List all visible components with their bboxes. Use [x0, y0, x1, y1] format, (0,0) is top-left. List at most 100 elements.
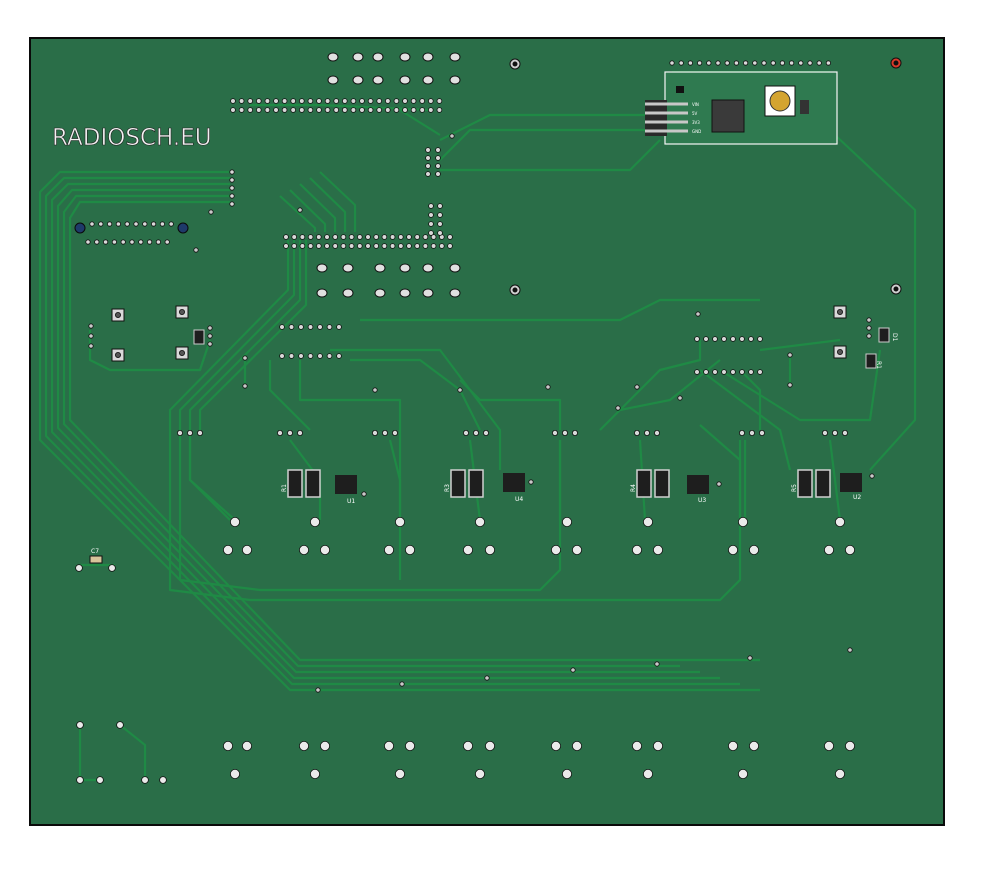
pin-pad: [712, 336, 718, 342]
pin-pad: [788, 60, 795, 66]
pin-pad: [159, 776, 167, 784]
pin-pad: [193, 247, 199, 253]
pin-pad: [350, 107, 357, 113]
pin-pad: [748, 369, 754, 375]
pin-pad: [419, 107, 426, 113]
pin-pad: [229, 193, 235, 199]
pin-pad: [742, 60, 749, 66]
pin-pad: [176, 429, 183, 436]
label-r5: R5: [791, 484, 798, 492]
pin-pad: [371, 429, 378, 436]
pin-pad: [721, 369, 727, 375]
pin-pad: [309, 517, 320, 528]
pin-pad: [654, 661, 660, 667]
pin-pad: [653, 545, 664, 556]
pin-pad: [474, 769, 485, 780]
pin-pad: [208, 209, 214, 215]
pin-pad: [462, 741, 473, 752]
pin-pad: [376, 98, 383, 104]
pin-pad: [98, 221, 104, 227]
pin-pad: [241, 545, 252, 556]
pin-pad: [402, 98, 408, 104]
pin-pad: [381, 429, 388, 436]
pin-pad: [333, 98, 340, 104]
pin-pad: [279, 353, 285, 359]
pin-pad: [356, 234, 363, 240]
pin-pad: [397, 234, 404, 240]
pin-pad: [222, 741, 233, 752]
pin-pad: [749, 545, 760, 556]
pin-pad: [728, 741, 739, 752]
pin-pad: [326, 324, 333, 330]
pin-pad: [336, 353, 342, 359]
pin-pad: [644, 429, 651, 436]
pin-pad: [643, 769, 654, 780]
pin-pad: [281, 98, 288, 104]
pin-pad: [824, 741, 835, 752]
pin-pad: [404, 545, 415, 556]
pin-pad: [324, 234, 330, 240]
pin-pad: [291, 234, 298, 240]
pin-pad: [238, 98, 245, 104]
pin-pad: [551, 741, 562, 752]
pin-pad: [229, 185, 235, 191]
pin-pad: [247, 98, 254, 104]
pin-pad: [824, 545, 835, 556]
pin-pad: [297, 207, 303, 213]
pin-pad: [437, 230, 443, 236]
pin-pad: [367, 107, 374, 113]
pin-pad: [141, 776, 149, 784]
pin-pad: [94, 239, 100, 245]
pin-pad: [835, 769, 846, 780]
microcontroller-module: VIN 5V 3V3 GND: [645, 71, 838, 145]
pin-pad: [721, 336, 727, 342]
pin-pad: [365, 243, 371, 249]
pin-pad: [142, 221, 148, 227]
pin-pad: [75, 564, 83, 572]
pin-pad: [615, 405, 621, 411]
pin-pad: [428, 221, 434, 227]
pin-pad: [316, 107, 322, 113]
pin-pad: [394, 517, 405, 528]
pin-pad: [484, 675, 490, 681]
pin-pad: [749, 741, 760, 752]
pin-pad: [430, 243, 437, 249]
pin-pad: [315, 687, 321, 693]
pin-pad: [545, 384, 551, 390]
pin-pad: [414, 234, 421, 240]
label-u2: U2: [853, 494, 861, 501]
pin-pad: [307, 324, 314, 330]
pin-pad: [315, 234, 322, 240]
pin-pad: [425, 155, 431, 161]
pin-pad: [384, 107, 391, 113]
pin-pad: [393, 107, 400, 113]
pin-pad: [159, 221, 165, 227]
pin-pad: [229, 201, 235, 207]
pin-pad: [807, 60, 813, 66]
pin-pad: [447, 234, 453, 240]
pin-pad: [307, 107, 314, 113]
pin-pad: [393, 98, 400, 104]
pin-pad: [739, 429, 746, 436]
pin-pad: [866, 317, 872, 323]
pin-pad: [419, 98, 426, 104]
pin-pad: [391, 429, 398, 436]
pin-pad: [866, 325, 872, 331]
pin-pad: [770, 60, 776, 66]
pin-pad: [837, 348, 844, 355]
pin-pad: [283, 234, 289, 240]
pin-pad: [447, 243, 453, 249]
pin-pad: [286, 429, 293, 436]
pin-pad: [147, 239, 153, 245]
pin-pad: [341, 98, 348, 104]
pin-pad: [348, 243, 355, 249]
pin-pad: [394, 769, 405, 780]
pin-pad: [299, 234, 306, 240]
pin-pad: [733, 60, 740, 66]
pin-pad: [264, 98, 271, 104]
pin-pad: [397, 243, 404, 249]
pin-pad: [103, 239, 109, 245]
module-pin-label-vin: VIN: [692, 102, 699, 107]
pin-pad: [298, 324, 304, 330]
pin-pad: [309, 769, 320, 780]
